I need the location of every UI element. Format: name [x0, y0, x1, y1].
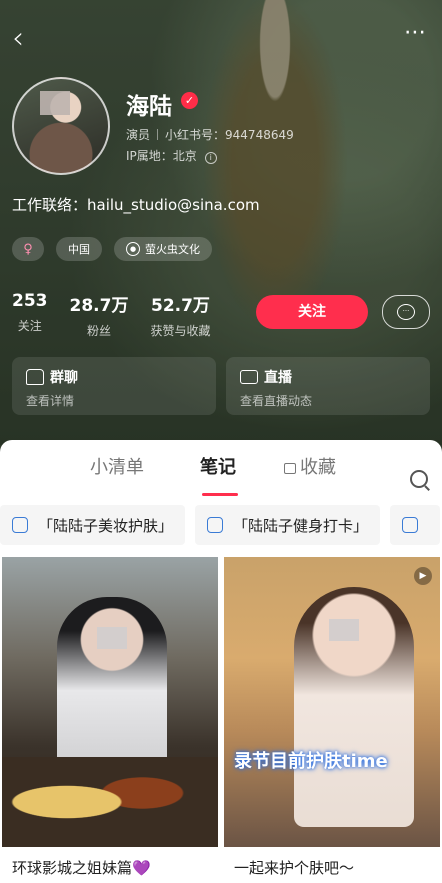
- profile-tags: ♀ 中国 ● 萤火虫文化: [12, 237, 212, 261]
- note-caption[interactable]: 环球影城之姐妹篇💜: [12, 857, 151, 878]
- live-title: 直播: [264, 370, 292, 386]
- post-photo-food: [2, 757, 218, 847]
- stat-following[interactable]: 253 关注: [12, 291, 48, 339]
- contact-row: 工作联络：hailu_studio@sina.com: [12, 194, 260, 215]
- camera-icon: [240, 370, 258, 384]
- more-icon[interactable]: ⋯: [404, 22, 428, 44]
- stat-followers-value: 28.7万: [69, 296, 129, 316]
- info-icon[interactable]: i: [204, 152, 217, 164]
- video-icon: ▶: [414, 567, 432, 585]
- note-card[interactable]: [2, 557, 218, 847]
- agency-tag-label: 萤火虫文化: [145, 243, 200, 256]
- tab-notes[interactable]: 笔记: [200, 453, 236, 479]
- rednote-id[interactable]: 944748649: [225, 128, 294, 142]
- collection-icon: [12, 517, 28, 533]
- profile-role: 演员: [126, 128, 151, 142]
- content-tabs: 小清单 笔记 收藏: [0, 453, 442, 496]
- tab-collections-label: 收藏: [300, 457, 336, 478]
- content-panel: 小清单 笔记 收藏 「陆陆子美妆护肤」 「陆陆子健身打卡」 录节目前护肤time…: [0, 440, 442, 883]
- live-card[interactable]: 直播 查看直播动态: [226, 357, 430, 415]
- stat-following-label: 关注: [17, 319, 42, 333]
- verified-icon: ✓: [181, 92, 198, 109]
- collection-chip[interactable]: 「陆陆子健身打卡」: [195, 505, 381, 545]
- live-subtitle: 查看直播动态: [240, 394, 313, 408]
- note-caption[interactable]: 一起来护个肤吧～: [234, 857, 354, 878]
- ip-location: 北京: [172, 149, 197, 163]
- profile-meta: 演员 小红书号：944748649: [126, 126, 294, 143]
- collection-chip-partial[interactable]: [390, 505, 441, 545]
- profile-page: ‹ ⋯ 海陆 ✓ 演员 小红书号：944748649 IP属地：北京 i 工作联络：…: [0, 0, 442, 883]
- ip-location-row: IP属地：北京 i: [126, 147, 217, 164]
- stat-followers[interactable]: 28.7万粉丝: [70, 291, 129, 339]
- post-overlay-text: 录节目前护肤time: [234, 751, 388, 772]
- stat-likes-value: 52.7万: [150, 296, 210, 316]
- collection-icon: [402, 517, 419, 533]
- back-icon[interactable]: ‹: [12, 24, 24, 54]
- group-chat-card[interactable]: 群聊 查看详情: [12, 357, 216, 415]
- rednote-id-label: 小红书号：: [165, 128, 226, 142]
- face-blur: [97, 627, 127, 649]
- country-tag: 中国: [56, 237, 102, 261]
- contact-email[interactable]: hailu_studio@sina.com: [87, 196, 260, 214]
- stat-likes-label: 获赞与收藏: [150, 324, 211, 338]
- profile-stats: 253 关注 28.7万粉丝 52.7万获赞与收藏: [12, 291, 210, 339]
- ip-label: IP属地：: [126, 149, 173, 163]
- stat-followers-label: 粉丝: [86, 324, 111, 338]
- collection-icon: [207, 517, 224, 533]
- note-card[interactable]: 录节目前护肤time ▶: [224, 557, 440, 847]
- tab-collections[interactable]: 收藏: [284, 453, 336, 479]
- tab-list[interactable]: 小清单: [90, 453, 144, 479]
- collection-chip[interactable]: 「陆陆子美妆护肤」: [0, 505, 186, 545]
- post-photo-person: [57, 597, 167, 767]
- agency-icon: ●: [126, 242, 140, 256]
- active-tab-indicator: [202, 493, 238, 496]
- group-chat-title-row: 群聊: [26, 367, 78, 387]
- profile-name: 海陆: [126, 94, 172, 120]
- chat-bubble-icon: ···: [397, 304, 415, 320]
- agency-tag[interactable]: ● 萤火虫文化: [114, 237, 212, 261]
- stat-following-value: 253: [12, 291, 48, 311]
- avatar[interactable]: [12, 77, 110, 175]
- contact-label: 工作联络：: [12, 196, 88, 214]
- search-icon[interactable]: [410, 470, 428, 488]
- users-icon: [26, 369, 44, 385]
- message-button[interactable]: ···: [382, 295, 430, 329]
- collection-chips: 「陆陆子美妆护肤」 「陆陆子健身打卡」: [0, 505, 442, 545]
- collection-chip-label: 「陆陆子健身打卡」: [233, 516, 369, 535]
- collection-chip-label: 「陆陆子美妆护肤」: [38, 516, 174, 535]
- group-chat-subtitle: 查看详情: [26, 394, 75, 408]
- gender-tag: ♀: [12, 237, 44, 261]
- avatar-blur: [40, 91, 70, 115]
- stat-likes[interactable]: 52.7万获赞与收藏: [150, 291, 210, 339]
- separator: [157, 129, 159, 140]
- lock-icon: [284, 462, 296, 474]
- group-chat-title: 群聊: [50, 370, 78, 386]
- live-title-row: 直播: [240, 367, 292, 387]
- face-blur: [329, 619, 359, 641]
- follow-button[interactable]: 关注: [256, 295, 368, 329]
